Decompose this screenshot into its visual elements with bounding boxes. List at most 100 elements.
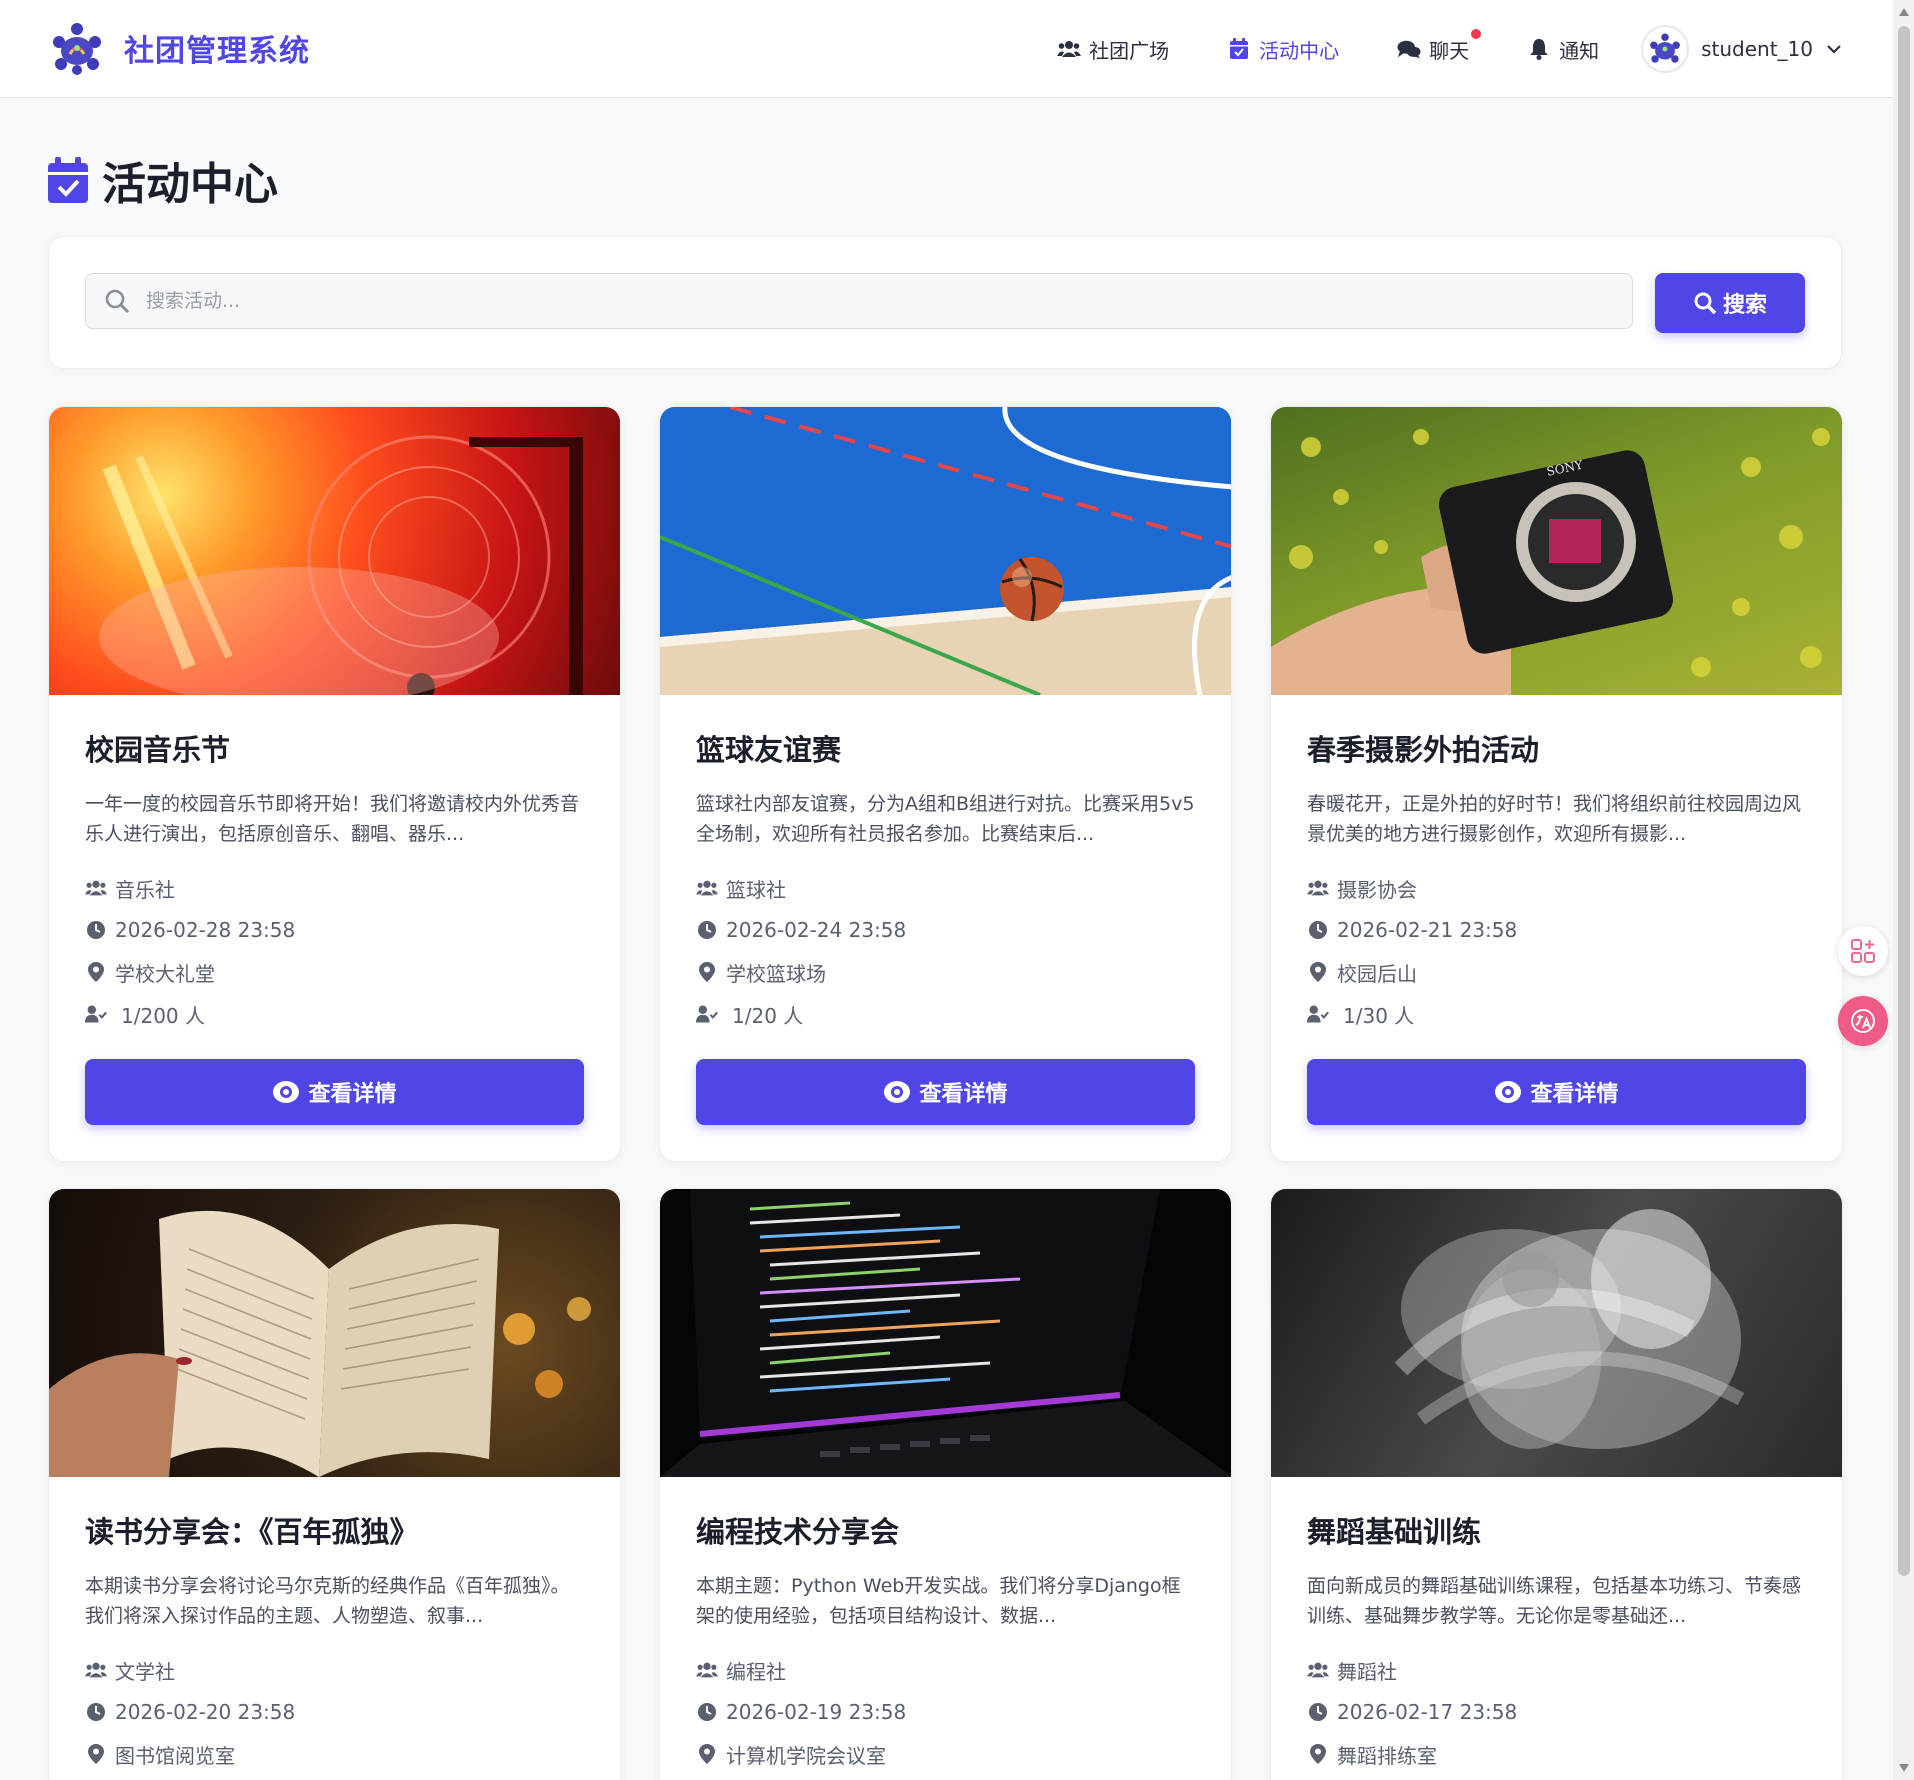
activity-description: 面向新成员的舞蹈基础训练课程，包括基本功练习、节奏感训练、基础舞步教学等。无论你… (1307, 1575, 1802, 1627)
nav-item-chat[interactable]: 聊天 (1397, 28, 1482, 64)
page-scrollbar[interactable] (1893, 0, 1914, 1780)
activity-image[interactable] (1271, 1189, 1842, 1477)
users-icon (85, 880, 107, 896)
map-pin-icon (1310, 962, 1326, 982)
nav-menu: 社团广场 活动中心 聊天 通知 student_10 (999, 22, 1843, 76)
apps-widget-button[interactable] (1838, 926, 1888, 976)
brand-name: 社团管理系统 (124, 34, 310, 69)
users-icon (696, 880, 718, 896)
translate-icon (1851, 1009, 1875, 1033)
activity-description: 春暖花开，正是外拍的好时节！我们将组织前往校园周边风景优美的地方进行摄影创作，欢… (1307, 793, 1802, 845)
page-title-text: 活动中心 (102, 159, 278, 210)
activity-card: SONY 春季摄影外拍活动 春暖花开，正是外拍的好时节！我们将组织前往校园周边风… (1270, 406, 1843, 1162)
avatar-logo-icon (1650, 33, 1680, 63)
username: student_10 (1701, 37, 1813, 61)
activity-club: 音乐社 (85, 867, 584, 909)
activity-image[interactable] (660, 1189, 1231, 1477)
clock-icon (1309, 1703, 1327, 1721)
activity-location: 校园后山 (1307, 951, 1806, 993)
camera-in-hand-image: SONY (1271, 428, 1830, 695)
activity-time: 2026-02-17 23:58 (1307, 1691, 1806, 1733)
activity-description: 本期主题：Python Web开发实战。我们将分享Django框架的使用经验，包… (696, 1575, 1181, 1627)
nav-item-clubs[interactable]: 社团广场 (1057, 35, 1169, 64)
activity-description: 一年一度的校园音乐节即将开始！我们将邀请校内外优秀音乐人进行演出，包括原创音乐、… (85, 793, 580, 845)
activity-participants: 1/200 人 (85, 993, 584, 1035)
activity-title: 春季摄影外拍活动 (1307, 733, 1540, 767)
activity-time: 2026-02-19 23:58 (696, 1691, 1195, 1733)
nav-item-label: 活动中心 (1259, 38, 1340, 63)
activity-image[interactable]: SONY (1271, 407, 1842, 695)
activity-location: 计算机学院会议室 (696, 1733, 1195, 1775)
activity-image[interactable] (49, 1189, 620, 1477)
event-location: 计算机学院会议室 (726, 1743, 886, 1768)
view-details-button[interactable]: 查看详情 (85, 1059, 584, 1125)
scroll-up-arrow-icon[interactable] (1899, 8, 1909, 16)
eye-icon (884, 1081, 911, 1103)
search-box[interactable] (85, 273, 1633, 329)
activity-title: 编程技术分享会 (696, 1515, 900, 1549)
nav-item-activities[interactable]: 活动中心 (1227, 35, 1339, 64)
event-location: 校园后山 (1337, 961, 1417, 986)
activity-card: 舞蹈基础训练 面向新成员的舞蹈基础训练课程，包括基本功练习、节奏感训练、基础舞步… (1270, 1188, 1843, 1780)
activity-title: 校园音乐节 (85, 733, 231, 767)
basketball-court-image (660, 407, 1231, 695)
event-location: 图书馆阅览室 (115, 1743, 235, 1768)
clock-icon (698, 1703, 716, 1721)
nav-item-notifications[interactable]: 通知 (1527, 35, 1599, 64)
map-pin-icon (88, 962, 104, 982)
activity-image[interactable] (49, 407, 620, 695)
club-logo-icon (53, 23, 101, 75)
search-button[interactable]: 搜索 (1655, 273, 1805, 333)
participant-count: 1/200 人 (121, 1003, 205, 1028)
concert-stage-image (99, 435, 583, 695)
nav-item-label: 通知 (1559, 38, 1600, 63)
event-time: 2026-02-28 23:58 (115, 918, 296, 942)
activity-image[interactable] (660, 407, 1231, 695)
club-name: 编程社 (726, 1659, 786, 1684)
activity-location: 学校大礼堂 (85, 951, 584, 993)
user-check-icon (85, 1005, 107, 1023)
notification-dot (1471, 28, 1482, 39)
scrollbar-thumb[interactable] (1898, 26, 1910, 1576)
user-menu[interactable]: student_10 (1641, 25, 1843, 73)
activity-time: 2026-02-24 23:58 (696, 909, 1195, 951)
event-time: 2026-02-20 23:58 (115, 1700, 296, 1724)
activity-club: 文学社 (85, 1649, 584, 1691)
users-icon (696, 1662, 718, 1678)
club-name: 文学社 (115, 1659, 175, 1684)
activity-location: 学校篮球场 (696, 951, 1195, 993)
map-pin-icon (1310, 1744, 1326, 1764)
activity-time: 2026-02-21 23:58 (1307, 909, 1806, 951)
dancers-motion-image (1394, 1209, 1745, 1449)
translate-widget-button[interactable] (1838, 996, 1888, 1046)
club-name: 音乐社 (115, 877, 175, 902)
activity-club: 舞蹈社 (1307, 1649, 1806, 1691)
participant-count: 1/20 人 (732, 1003, 804, 1028)
users-icon (85, 1662, 107, 1678)
clock-icon (87, 1703, 105, 1721)
activity-time: 2026-02-20 23:58 (85, 1691, 584, 1733)
search-panel: 搜索 (48, 236, 1842, 369)
activity-time: 2026-02-28 23:58 (85, 909, 584, 951)
activity-title: 读书分享会：《百年孤独》 (85, 1515, 419, 1549)
view-details-label: 查看详情 (308, 1082, 397, 1107)
brand[interactable]: 社团管理系统 (48, 20, 310, 76)
map-pin-icon (699, 962, 715, 982)
user-check-icon (1307, 1005, 1329, 1023)
activity-club: 摄影协会 (1307, 867, 1806, 909)
nav-item-label: 社团广场 (1089, 38, 1170, 63)
event-location: 学校大礼堂 (115, 961, 215, 986)
view-details-label: 查看详情 (1530, 1082, 1619, 1107)
search-input[interactable] (146, 290, 1626, 312)
view-details-button[interactable]: 查看详情 (1307, 1059, 1806, 1125)
event-time: 2026-02-24 23:58 (726, 918, 907, 942)
scroll-down-arrow-icon[interactable] (1899, 1764, 1909, 1772)
users-icon (1307, 880, 1329, 896)
nav-item-label: 聊天 (1429, 38, 1470, 63)
search-button-label: 搜索 (1722, 293, 1767, 318)
calendar-check-icon (48, 157, 88, 203)
clock-icon (698, 921, 716, 939)
view-details-button[interactable]: 查看详情 (696, 1059, 1195, 1125)
chevron-down-icon (1827, 45, 1841, 54)
top-navbar: 社团管理系统 社团广场 活动中心 聊天 通知 student_10 (0, 0, 1893, 98)
